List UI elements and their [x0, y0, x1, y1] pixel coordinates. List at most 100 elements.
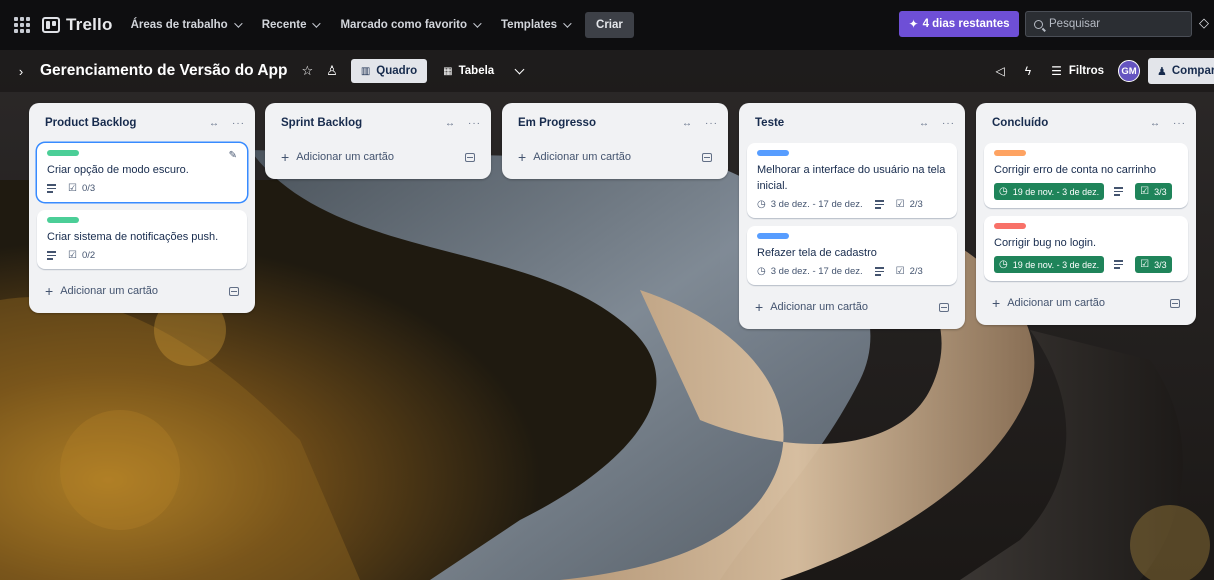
- views-dropdown-icon[interactable]: [514, 64, 525, 74]
- collapse-list-icon[interactable]: ↔: [209, 118, 220, 129]
- search-input[interactable]: Pesquisar: [1025, 11, 1192, 37]
- list-menu-icon[interactable]: ···: [942, 118, 955, 129]
- card-label: [994, 223, 1026, 229]
- description-icon: [874, 199, 884, 210]
- edit-pencil-icon[interactable]: ✎: [229, 150, 237, 161]
- chevron-down-icon: [233, 19, 243, 28]
- member-avatar[interactable]: GM: [1118, 60, 1140, 82]
- list-in-progress: Em Progresso ↔ ··· + Adicionar um cartão: [502, 103, 728, 179]
- card-template-icon[interactable]: [465, 152, 475, 162]
- card-template-icon[interactable]: [939, 302, 949, 312]
- card-template-icon[interactable]: [1170, 298, 1180, 308]
- notification-icon[interactable]: ◇: [1199, 15, 1209, 31]
- list-menu-icon[interactable]: ···: [705, 118, 718, 129]
- share-button[interactable]: ♟ Compartilhar: [1148, 58, 1214, 84]
- card-title: Corrigir bug no login.: [994, 237, 1097, 249]
- trial-days-label: 4 dias restantes: [922, 18, 1010, 30]
- star-icon[interactable]: ☆: [302, 63, 314, 79]
- add-card-button[interactable]: + Adicionar um cartão: [984, 289, 1188, 317]
- add-card-button[interactable]: + Adicionar um cartão: [37, 277, 247, 305]
- chevron-down-icon: [473, 19, 482, 28]
- list-menu-icon[interactable]: ···: [1173, 118, 1186, 129]
- card-item[interactable]: Criar sistema de notificações push. ☑ 0/…: [37, 210, 247, 269]
- checklist-count: 0/2: [81, 250, 96, 261]
- description-icon: [1114, 186, 1124, 197]
- list-header: Sprint Backlog ↔ ···: [273, 103, 483, 143]
- app-switcher-icon[interactable]: [14, 17, 30, 33]
- nav-recent-menu[interactable]: Recente: [261, 19, 322, 31]
- create-button[interactable]: Criar: [585, 12, 634, 38]
- list-menu-icon[interactable]: ···: [232, 118, 245, 129]
- checklist-badge-complete: ☑ 3/3: [1135, 183, 1172, 200]
- list-title[interactable]: Sprint Backlog: [281, 117, 362, 129]
- card-badges: ☑ 0/2: [47, 250, 237, 261]
- card-item[interactable]: ✎ Criar opção de modo escuro. ☑ 0/3: [37, 143, 247, 202]
- plus-icon: +: [518, 149, 527, 165]
- view-table-button[interactable]: ▦ Tabela: [433, 59, 504, 83]
- view-board-label: Quadro: [376, 65, 418, 77]
- add-card-label: Adicionar um cartão: [296, 151, 395, 163]
- checklist-icon: ☑: [68, 183, 77, 194]
- card-badges: ◷ 19 de nov. - 3 de dez. ☑ 3/3: [994, 256, 1178, 273]
- add-card-button[interactable]: + Adicionar um cartão: [273, 143, 483, 171]
- list-testing: Teste ↔ ··· Melhorar a interface do usuá…: [739, 103, 965, 329]
- card-template-icon[interactable]: [702, 152, 712, 162]
- list-sprint-backlog: Sprint Backlog ↔ ··· + Adicionar um cart…: [265, 103, 491, 179]
- trello-logo-icon: [42, 17, 60, 33]
- board-title[interactable]: Gerenciamento de Versão do App: [40, 62, 288, 80]
- dates-text: 3 de dez. - 17 de dez.: [770, 199, 863, 210]
- view-table-label: Tabela: [458, 65, 495, 77]
- filter-icon: ☰: [1051, 64, 1062, 78]
- list-menu-icon[interactable]: ···: [468, 118, 481, 129]
- add-card-label: Adicionar um cartão: [533, 151, 632, 163]
- card-item[interactable]: Corrigir bug no login. ◷ 19 de nov. - 3 …: [984, 216, 1188, 281]
- collapse-list-icon[interactable]: ↔: [682, 118, 693, 129]
- add-card-button[interactable]: + Adicionar um cartão: [747, 293, 957, 321]
- dates-badge-complete: ◷ 19 de nov. - 3 de dez.: [994, 183, 1105, 200]
- card-title: Melhorar a interface do usuário na tela …: [757, 164, 946, 192]
- clock-icon: ◷: [999, 186, 1008, 197]
- trial-days-button[interactable]: ✦ 4 dias restantes: [899, 11, 1019, 37]
- list-title[interactable]: Em Progresso: [518, 117, 596, 129]
- collapse-list-icon[interactable]: ↔: [919, 118, 930, 129]
- nav-workspaces-menu[interactable]: Áreas de trabalho: [130, 19, 243, 31]
- automation-icon[interactable]: ϟ: [1025, 64, 1031, 78]
- add-card-label: Adicionar um cartão: [770, 301, 869, 313]
- card-label: [757, 233, 789, 239]
- card-title: Corrigir erro de conta no carrinho: [994, 164, 1157, 176]
- card-item[interactable]: Melhorar a interface do usuário na tela …: [747, 143, 957, 218]
- clock-icon: ◷: [757, 266, 766, 277]
- list-title[interactable]: Teste: [755, 117, 784, 129]
- view-board-button[interactable]: ▥ Quadro: [350, 59, 428, 83]
- visibility-icon[interactable]: ♙: [326, 63, 338, 79]
- dates-text: 19 de nov. - 3 de dez.: [1012, 186, 1100, 197]
- add-card-button[interactable]: + Adicionar um cartão: [510, 143, 720, 171]
- collapse-list-icon[interactable]: ↔: [445, 118, 456, 129]
- trello-logo[interactable]: Trello: [42, 15, 113, 35]
- plus-icon: +: [45, 283, 54, 299]
- card-template-icon[interactable]: [229, 286, 239, 296]
- collapse-list-icon[interactable]: ↔: [1150, 118, 1161, 129]
- card-item[interactable]: Corrigir erro de conta no carrinho ◷ 19 …: [984, 143, 1188, 208]
- list-product-backlog: Product Backlog ↔ ··· ✎ Criar opção de m…: [29, 103, 255, 313]
- nav-recent-label: Recente: [261, 19, 307, 31]
- checklist-badge: ☑ 0/3: [68, 183, 95, 194]
- card-badges: ◷ 3 de dez. - 17 de dez. ☑ 2/3: [757, 199, 947, 210]
- dates-badge: ◷ 3 de dez. - 17 de dez.: [757, 266, 863, 277]
- powerups-icon[interactable]: ◁: [996, 64, 1005, 78]
- nav-templates-menu[interactable]: Templates: [501, 19, 572, 31]
- list-title[interactable]: Concluído: [992, 117, 1048, 129]
- card-title: Refazer tela de cadastro: [757, 247, 877, 259]
- plus-icon: +: [281, 149, 290, 165]
- search-icon: [1034, 19, 1043, 29]
- list-title[interactable]: Product Backlog: [45, 117, 136, 129]
- nav-starred-menu[interactable]: Marcado como favorito: [340, 19, 482, 31]
- sidebar-expand-icon[interactable]: ›: [10, 64, 32, 79]
- filters-button[interactable]: ☰ Filtros: [1051, 64, 1104, 78]
- card-item[interactable]: Refazer tela de cadastro ◷ 3 de dez. - 1…: [747, 226, 957, 285]
- dates-text: 19 de nov. - 3 de dez.: [1012, 259, 1100, 270]
- nav-workspaces-label: Áreas de trabalho: [130, 19, 228, 31]
- checklist-badge: ☑ 2/3: [896, 199, 923, 210]
- description-icon: [47, 250, 56, 261]
- card-label: [47, 217, 79, 223]
